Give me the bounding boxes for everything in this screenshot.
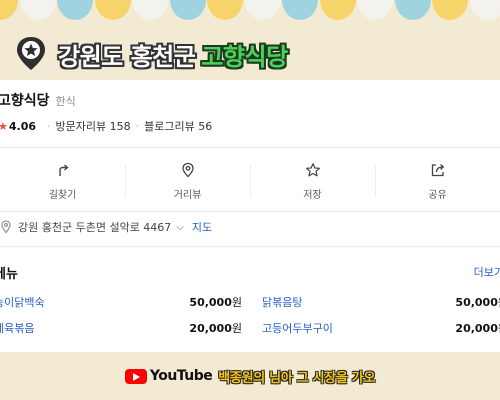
scallop-shape (244, 0, 281, 20)
map-link[interactable]: 지도 (192, 219, 212, 235)
menu-item-name: 제육볶음 (0, 322, 35, 335)
menu-item[interactable]: 고등어두부구이 20,000원 (262, 320, 500, 336)
save-button[interactable]: 저장 (250, 151, 375, 211)
scallop-shape (469, 0, 500, 20)
star-outline-icon (305, 162, 320, 176)
streetview-label: 거리뷰 (173, 189, 202, 201)
menu-item-price: 50,000원 (189, 296, 242, 309)
menu-item-price: 20,000원 (455, 322, 500, 335)
streetview-button[interactable]: 거리뷰 (125, 151, 250, 211)
menu-item[interactable]: 능이닭백숙 50,000원 (0, 294, 242, 310)
menu-section-title: 메뉴 (0, 267, 18, 282)
map-pin-star-icon (14, 35, 48, 73)
separator-dot: · (47, 119, 51, 133)
banner-title-accent: 고향식당 (201, 42, 288, 71)
visitor-reviews-link[interactable]: 방문자리뷰 158 (56, 118, 131, 134)
scallop-shape (357, 0, 393, 20)
place-header: 고향식당 한식 (0, 90, 76, 110)
menu-item-price: 50,000원 (455, 296, 500, 309)
rating-value: 4.06 (8, 119, 37, 133)
youtube-play-icon (124, 368, 147, 384)
address-text: 강원 홍천군 두촌면 설악로 4467 (18, 221, 172, 234)
scalloped-border (0, 0, 500, 24)
scallop-shape (169, 0, 206, 20)
blog-reviews-link[interactable]: 블로그리뷰 56 (144, 118, 212, 134)
directions-label: 길찾기 (48, 189, 77, 201)
menu-item-name: 능이닭백숙 (0, 296, 45, 309)
separator-dot: · (135, 119, 140, 133)
divider (0, 246, 500, 247)
menu-item[interactable]: 제육볶음 20,000원 (0, 320, 242, 336)
menu-item-name: 고등어두부구이 (262, 322, 333, 335)
place-card: 고향식당 한식 ★ 4.06 · 방문자리뷰 158 · 블로그리뷰 56 길찾… (0, 80, 500, 352)
scallop-shape (207, 0, 243, 20)
scallop-shape (394, 0, 431, 20)
divider (0, 211, 500, 212)
youtube-logo: YouTube (124, 368, 213, 384)
streetview-pin-icon (181, 162, 194, 177)
save-label: 저장 (303, 189, 322, 201)
youtube-wordmark: YouTube (149, 368, 213, 384)
scallop-shape (19, 0, 56, 20)
share-icon (431, 163, 444, 176)
scallop-shape (57, 0, 93, 20)
scallop-shape (0, 0, 18, 20)
directions-icon (58, 163, 69, 176)
chevron-down-icon[interactable]: ⌵ (176, 222, 184, 233)
menu-item-name: 닭볶음탕 (262, 296, 303, 309)
address-row: 강원 홍천군 두촌면 설악로 4467 ⌵ 지도 (0, 217, 212, 237)
menu-item-price: 20,000원 (189, 322, 242, 335)
directions-button[interactable]: 길찾기 (0, 151, 125, 211)
place-name[interactable]: 고향식당 (0, 90, 50, 110)
menu-item[interactable]: 닭볶음탕 50,000원 (262, 294, 500, 310)
scallop-shape (132, 0, 168, 20)
location-pin-icon (1, 220, 11, 234)
menu-more-link[interactable]: 더보기 (474, 264, 500, 280)
banner-title-main: 강원도 홍천군 (58, 42, 196, 71)
caption-text: 백종원의 님아 그 시장을 가오 (218, 370, 376, 386)
star-filled-icon: ★ (0, 119, 8, 133)
scallop-shape (319, 0, 356, 20)
banner-title: 강원도 홍천군 고향식당 (14, 34, 288, 74)
scallop-shape (432, 0, 468, 20)
divider (0, 147, 500, 148)
share-button[interactable]: 공유 (375, 151, 500, 211)
action-bar: 길찾기 거리뷰 저장 공유 (0, 151, 500, 211)
place-category: 한식 (55, 95, 76, 108)
share-label: 공유 (428, 189, 447, 201)
scallop-shape (94, 0, 131, 20)
scallop-shape (282, 0, 318, 20)
rating-row: ★ 4.06 · 방문자리뷰 158 · 블로그리뷰 56 (0, 118, 212, 134)
video-caption: YouTube 백종원의 님아 그 시장을 가오 (0, 352, 500, 400)
